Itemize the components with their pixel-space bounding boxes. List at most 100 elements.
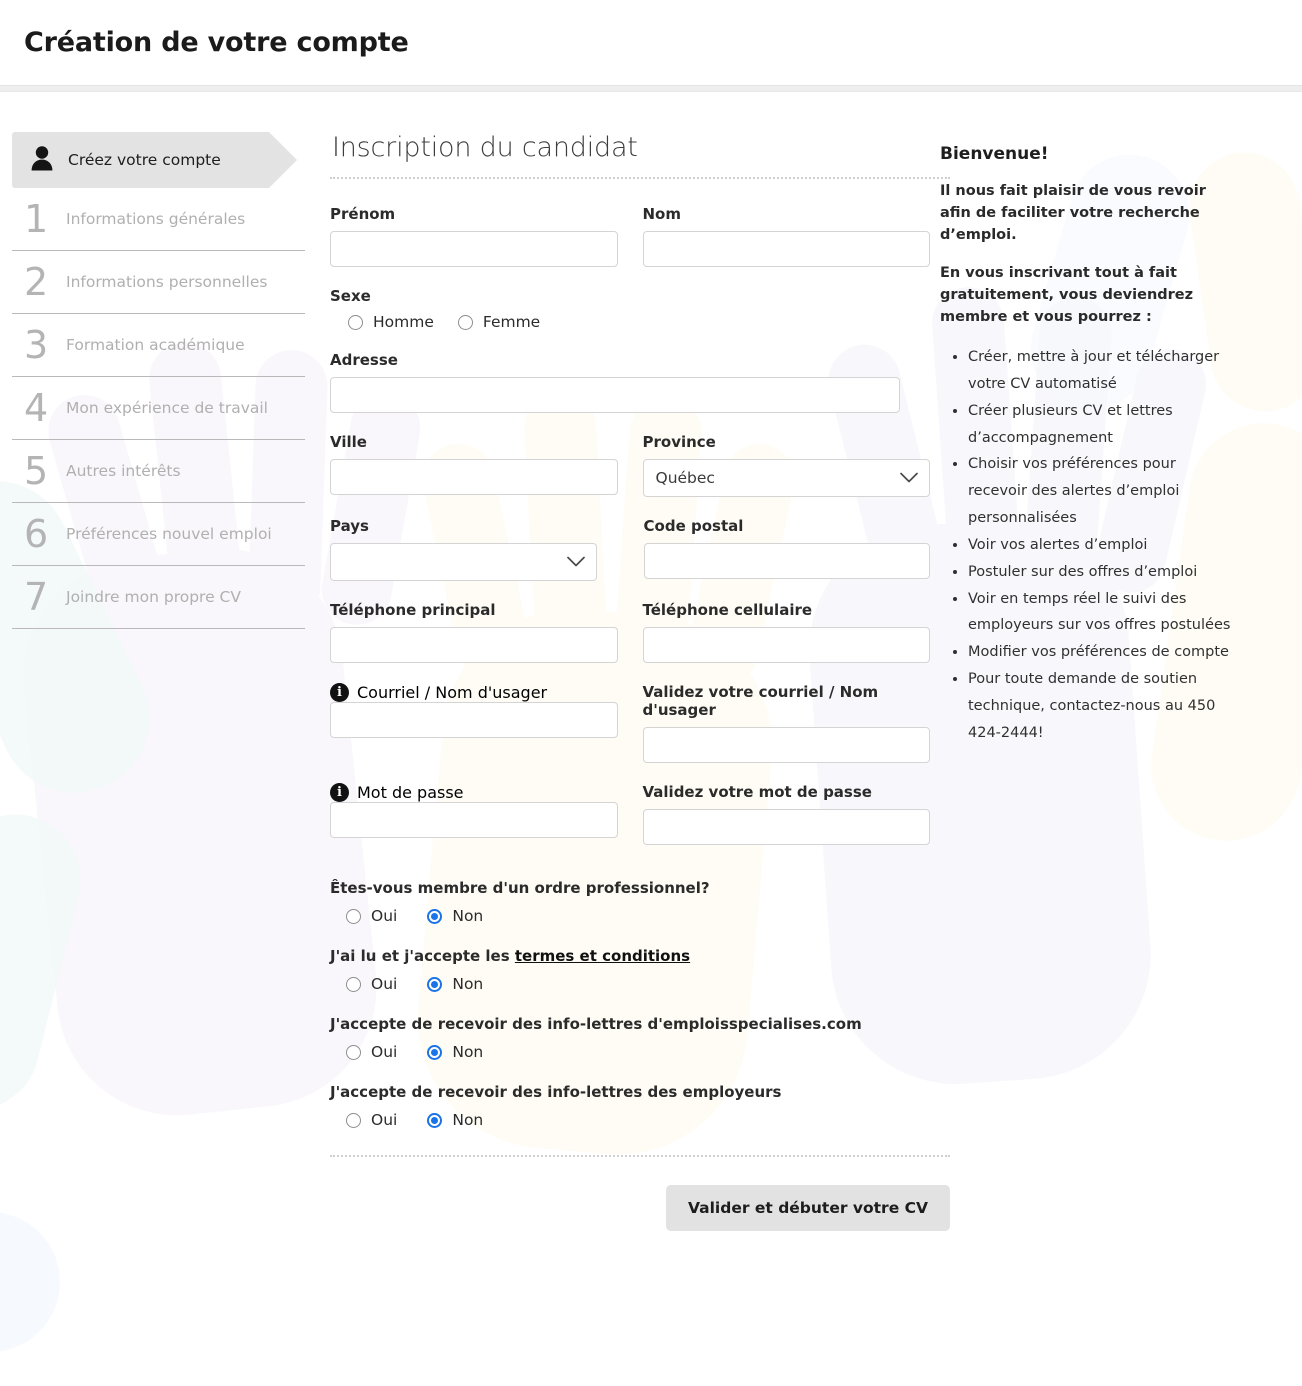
step-number: 5 [24,449,49,493]
radio-circle-icon [348,314,363,330]
radio-non[interactable]: Non [427,1111,483,1129]
field-mot-de-passe: i Mot de passe [330,783,618,845]
province-select[interactable]: Québec [642,459,930,497]
radio-label: Femme [482,313,541,331]
label-courriel-wrap: i Courriel / Nom d'usager [330,683,618,702]
question-ordre-professionnel: Êtes-vous membre d'un ordre professionne… [330,879,930,925]
list-item: Modifier vos préférences de compte [968,639,1236,666]
radio-group: Oui Non [330,1043,930,1061]
radio-label: Oui [371,975,398,993]
radio-sexe-femme[interactable]: Femme [457,313,541,331]
radio-label: Homme [373,313,434,331]
list-item: Choisir vos préférences pour recevoir de… [968,451,1236,531]
label-sexe: Sexe [330,287,371,305]
courriel-input[interactable] [330,702,618,738]
submit-button[interactable]: Valider et débuter votre CV [666,1185,950,1231]
question-label: J'accepte de recevoir des info-lettres d… [330,1015,862,1033]
label-pays: Pays [330,517,369,535]
prenom-input[interactable] [330,231,618,267]
header-divider [0,85,1302,92]
sidebar-item-step-4[interactable]: 4 Mon expérience de travail [12,377,305,440]
radio-non[interactable]: Non [427,907,483,925]
person-icon [30,145,54,175]
code-postal-input[interactable] [643,543,930,579]
sidebar-item-label: Informations personnelles [66,273,268,291]
telephone-row: Téléphone principal Téléphone cellulaire [330,601,930,683]
tel-cellulaire-input[interactable] [642,627,930,663]
sidebar-item-step-6[interactable]: 6 Préférences nouvel emploi [12,503,305,566]
step-number: 7 [24,575,49,619]
radio-label: Non [452,975,484,993]
label-courriel-validation: Validez votre courriel / Nom d'usager [642,683,879,719]
question-infolettres-employeurs: J'accepte de recevoir des info-lettres d… [330,1083,930,1129]
mot-de-passe-input[interactable] [330,802,618,838]
radio-label: Oui [371,1111,398,1129]
registration-form: Inscription du candidat Prénom Nom Sexe … [305,132,950,1231]
radio-oui[interactable]: Oui [346,1111,397,1129]
pays-codepostal-row: Pays Code postal [330,517,930,601]
radio-sexe-homme[interactable]: Homme [348,313,434,331]
radio-label: Non [452,1111,484,1129]
mot-de-passe-validation-input[interactable] [642,809,930,845]
sidebar-item-label: Préférences nouvel emploi [66,525,272,543]
label-courriel: Courriel / Nom d'usager [357,683,548,702]
label-mot-de-passe-validation: Validez votre mot de passe [642,783,872,801]
info-icon[interactable]: i [330,683,349,702]
question-label: J'ai lu et j'accepte les [330,947,515,965]
field-pays: Pays [330,517,597,581]
courriel-validation-input[interactable] [642,727,930,763]
sidebar-item-step-2[interactable]: 2 Informations personnelles [12,251,305,314]
step-number: 1 [24,197,49,241]
pays-select[interactable] [330,543,597,581]
province-selected-value: Québec [655,469,715,487]
sidebar-item-step-5[interactable]: 5 Autres intérêts [12,440,305,503]
radio-circle-selected-icon [427,908,443,924]
sidebar-item-label: Mon expérience de travail [66,399,268,417]
radio-oui[interactable]: Oui [346,975,397,993]
radio-oui[interactable]: Oui [346,1043,397,1061]
page-title: Création de votre compte [24,27,409,58]
radio-circle-icon [346,976,361,992]
password-row: i Mot de passe Validez votre mot de pass… [330,783,930,865]
sexe-radio-group: Homme Femme [330,313,930,331]
radio-non[interactable]: Non [427,975,483,993]
label-code-postal: Code postal [643,517,744,535]
sidebar-item-creez-votre-compte[interactable]: Créez votre compte [12,132,297,188]
info-icon[interactable]: i [330,783,349,802]
field-code-postal: Code postal [643,517,930,581]
list-item: Créer, mettre à jour et télécharger votr… [968,344,1236,398]
list-item: Postuler sur des offres d’emploi [968,559,1236,586]
radio-label: Oui [371,907,398,925]
sidebar-item-label: Informations générales [66,210,246,228]
question-termes-conditions: J'ai lu et j'accepte les termes et condi… [330,947,930,993]
radio-circle-selected-icon [427,1112,443,1128]
radio-label: Non [452,1043,484,1061]
radio-circle-icon [346,1044,361,1060]
radio-circle-selected-icon [427,1044,443,1060]
radio-group: Oui Non [330,975,930,993]
termes-et-conditions-link[interactable]: termes et conditions [515,947,690,965]
label-prenom: Prénom [330,205,396,223]
welcome-paragraph-1: Il nous fait plaisir de vous revoir afin… [940,183,1206,244]
welcome-benefits-list: Créer, mettre à jour et télécharger votr… [940,344,1260,746]
app-header: Création de votre compte [0,0,1302,85]
radio-circle-icon [346,908,361,924]
nom-input[interactable] [642,231,930,267]
label-mot-de-passe-wrap: i Mot de passe [330,783,618,802]
label-ville: Ville [330,433,367,451]
sidebar-item-label: Créez votre compte [68,151,221,169]
sidebar-item-step-1[interactable]: 1 Informations générales [12,188,305,251]
submit-row: Valider et débuter votre CV [330,1157,950,1231]
question-label: Êtes-vous membre d'un ordre professionne… [330,879,710,897]
field-prenom: Prénom [330,205,618,267]
label-adresse: Adresse [330,351,398,369]
radio-non[interactable]: Non [427,1043,483,1061]
adresse-input[interactable] [330,377,900,413]
sidebar-item-label: Autres intérêts [66,462,181,480]
radio-oui[interactable]: Oui [346,907,397,925]
ville-input[interactable] [330,459,618,495]
field-courriel-validation: Validez votre courriel / Nom d'usager [642,683,930,763]
sidebar-item-step-3[interactable]: 3 Formation académique [12,314,305,377]
tel-principal-input[interactable] [330,627,618,663]
sidebar-item-step-7[interactable]: 7 Joindre mon propre CV [12,566,305,629]
